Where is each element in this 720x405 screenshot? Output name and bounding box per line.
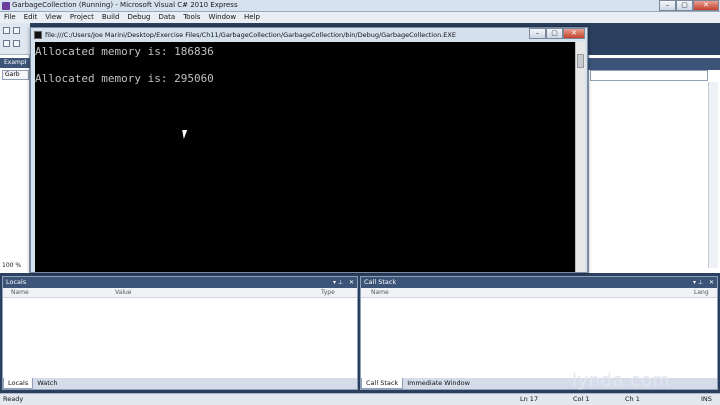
status-mode: INS <box>701 395 712 403</box>
menu-file[interactable]: File <box>4 12 16 23</box>
console-line: Allocated memory is: 186836 <box>35 45 214 58</box>
open-file-icon[interactable] <box>13 27 20 34</box>
console-minimize-button[interactable]: – <box>529 28 546 39</box>
status-bar: Ready Ln 17 Col 1 Ch 1 INS <box>0 393 720 405</box>
locals-pane: Locals ▾ ⊥ ✕ Name Value Type Locals Watc… <box>2 276 358 390</box>
console-window: file:///C:/Users/Joe Marini/Desktop/Exer… <box>30 27 588 273</box>
call-stack-column-header: Name Lang <box>361 288 717 298</box>
ide-window-controls: – ▢ ✕ <box>659 0 719 11</box>
console-scrollbar[interactable] <box>575 42 585 272</box>
column-lang[interactable]: Lang <box>694 288 709 298</box>
column-type[interactable]: Type <box>321 288 335 298</box>
column-name[interactable]: Name <box>371 288 389 298</box>
lynda-watermark: lynda.com <box>572 370 671 391</box>
minimize-button[interactable]: – <box>659 0 676 11</box>
ide-title: GarbageCollection (Running) - Microsoft … <box>12 1 238 9</box>
toolbar <box>0 23 30 55</box>
tab-locals[interactable]: Locals <box>3 378 34 389</box>
menu-edit[interactable]: Edit <box>24 12 38 23</box>
pin-icon[interactable]: ▾ ⊥ <box>693 277 703 288</box>
code-editor-area <box>588 55 720 273</box>
tab-call-stack[interactable]: Call Stack <box>361 378 404 389</box>
console-close-button[interactable]: ✕ <box>563 28 585 39</box>
menu-window[interactable]: Window <box>208 12 236 23</box>
menu-bar: File Edit View Project Build Debug Data … <box>0 12 720 23</box>
zoom-level[interactable]: 100 % <box>2 262 21 269</box>
menu-build[interactable]: Build <box>102 12 120 23</box>
status-col: Col 1 <box>573 395 590 403</box>
column-value[interactable]: Value <box>115 288 131 298</box>
visual-studio-icon <box>2 2 10 10</box>
menu-debug[interactable]: Debug <box>127 12 150 23</box>
menu-tools[interactable]: Tools <box>183 12 200 23</box>
restore-button[interactable]: ▢ <box>676 0 693 11</box>
status-char: Ch 1 <box>625 395 640 403</box>
tab-immediate-window[interactable]: Immediate Window <box>403 378 474 389</box>
menu-data[interactable]: Data <box>158 12 175 23</box>
close-button[interactable]: ✕ <box>693 0 719 11</box>
document-tab[interactable]: Garb <box>2 70 29 80</box>
editor-panel <box>0 55 30 273</box>
close-icon[interactable]: ✕ <box>709 277 714 288</box>
close-icon[interactable]: ✕ <box>349 277 354 288</box>
member-dropdown[interactable] <box>590 70 708 81</box>
tab-watch[interactable]: Watch <box>33 378 61 389</box>
ide-title-bar: GarbageCollection (Running) - Microsoft … <box>0 0 720 12</box>
locals-column-header: Name Value Type <box>3 288 357 298</box>
console-scroll-thumb[interactable] <box>577 54 584 68</box>
menu-view[interactable]: View <box>45 12 62 23</box>
status-line: Ln 17 <box>520 395 539 403</box>
menu-help[interactable]: Help <box>244 12 260 23</box>
console-icon <box>34 31 42 39</box>
console-title: file:///C:/Users/Joe Marini/Desktop/Exer… <box>45 31 456 39</box>
status-ready: Ready <box>3 395 24 403</box>
cut-icon[interactable] <box>3 40 10 47</box>
editor-scrollbar[interactable] <box>708 82 718 268</box>
console-window-controls: – ▢ ✕ <box>529 28 585 39</box>
locals-title: Locals <box>6 278 27 286</box>
call-stack-title: Call Stack <box>364 278 397 286</box>
locals-tabs: Locals Watch <box>3 378 357 389</box>
console-line: Allocated memory is: 295060 <box>35 72 214 85</box>
menu-project[interactable]: Project <box>70 12 94 23</box>
locals-header: Locals ▾ ⊥ ✕ <box>3 277 357 288</box>
column-name[interactable]: Name <box>11 288 29 298</box>
call-stack-header: Call Stack ▾ ⊥ ✕ <box>361 277 717 288</box>
copy-icon[interactable] <box>13 40 20 47</box>
editor-tab-strip <box>588 58 720 70</box>
console-output: Allocated memory is: 186836 Allocated me… <box>35 42 575 272</box>
console-restore-button[interactable]: ▢ <box>546 28 563 39</box>
new-project-icon[interactable] <box>3 27 10 34</box>
pin-icon[interactable]: ▾ ⊥ <box>333 277 343 288</box>
left-panel-tab[interactable]: Exampl <box>0 58 30 68</box>
